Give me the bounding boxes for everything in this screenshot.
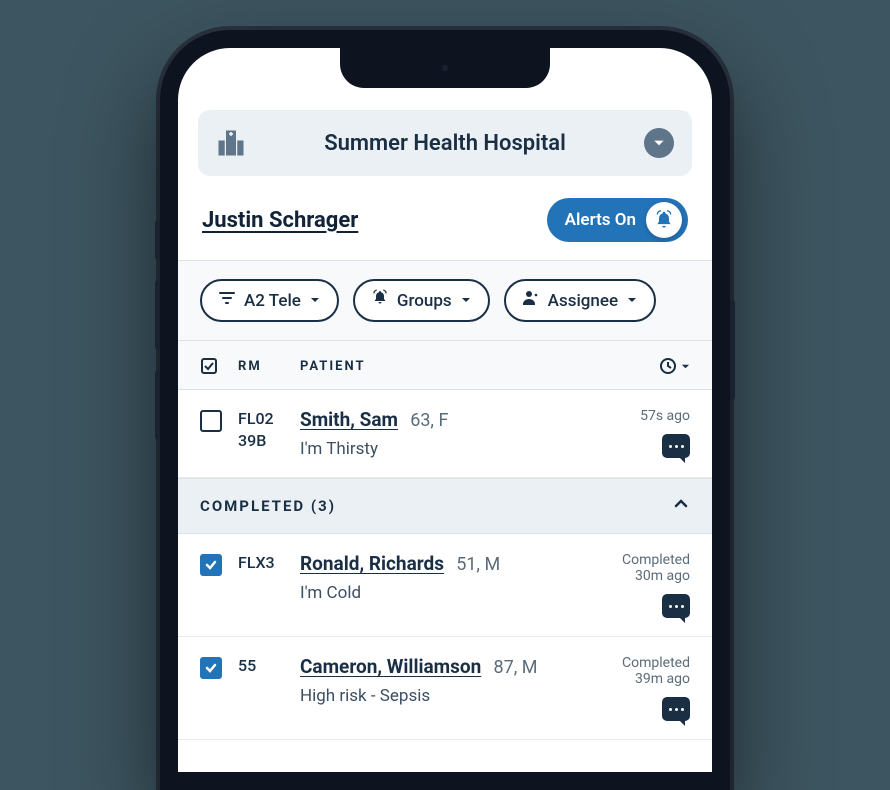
patient-meta: 63, F	[410, 410, 448, 431]
time-ago: 39m ago	[590, 671, 690, 687]
filter-groups-label: Groups	[397, 291, 452, 311]
row-checkbox[interactable]	[200, 552, 238, 618]
status-text: Completed	[590, 655, 690, 671]
chat-icon[interactable]	[590, 697, 690, 721]
select-all-icon[interactable]	[200, 357, 238, 375]
filter-icon	[218, 289, 236, 312]
filter-ward-label: A2 Tele	[244, 291, 301, 311]
phone-notch	[340, 48, 550, 88]
patient-cell: Ronald, Richards 51, M I'm Cold	[300, 552, 590, 618]
patient-meta: 51, M	[456, 554, 500, 575]
room-cell: FL02 39B	[238, 408, 300, 459]
column-header: RM PATIENT	[178, 341, 712, 390]
filter-ward[interactable]: A2 Tele	[200, 279, 339, 322]
room-cell: FLX3	[238, 552, 300, 618]
chevron-up-icon	[672, 495, 690, 517]
room-cell: 55	[238, 655, 300, 721]
bell-icon	[371, 289, 389, 312]
patient-note: High risk - Sepsis	[300, 686, 590, 706]
filter-assignee-label: Assignee	[548, 291, 618, 311]
phone-side-button	[155, 370, 160, 440]
patient-name-link[interactable]: Ronald, Richards	[300, 552, 444, 575]
hospital-name: Summer Health Hospital	[324, 131, 566, 156]
bell-icon	[646, 202, 682, 238]
completed-section-toggle[interactable]: COMPLETED (3)	[178, 478, 712, 534]
row-checkbox[interactable]	[200, 408, 238, 459]
patient-name-link[interactable]: Cameron, Williamson	[300, 655, 481, 678]
app-root: Summer Health Hospital Justin Schrager A…	[178, 48, 712, 740]
row-checkbox[interactable]	[200, 655, 238, 721]
table-row[interactable]: FL02 39B Smith, Sam 63, F I'm Thirsty 57…	[178, 390, 712, 478]
time-ago: 30m ago	[590, 568, 690, 584]
current-user-link[interactable]: Justin Schrager	[202, 208, 358, 233]
chat-icon[interactable]	[590, 434, 690, 458]
column-time-sort[interactable]	[646, 357, 690, 375]
hospital-selector[interactable]: Summer Health Hospital	[198, 110, 692, 176]
phone-side-button	[730, 300, 735, 400]
caret-down-icon	[626, 291, 638, 311]
dropdown-icon	[644, 128, 674, 158]
time-cell: Completed 30m ago	[590, 552, 690, 618]
phone-side-button	[155, 280, 160, 350]
chat-icon[interactable]	[590, 594, 690, 618]
status-text: Completed	[590, 552, 690, 568]
time-cell: 57s ago	[590, 408, 690, 459]
time-cell: Completed 39m ago	[590, 655, 690, 721]
patient-note: I'm Cold	[300, 583, 590, 603]
caret-down-icon	[460, 291, 472, 311]
table-row[interactable]: FLX3 Ronald, Richards 51, M I'm Cold Com…	[178, 534, 712, 637]
column-patient: PATIENT	[300, 359, 646, 374]
alerts-label: Alerts On	[565, 210, 636, 230]
time-ago: 57s ago	[590, 408, 690, 424]
phone-frame: Summer Health Hospital Justin Schrager A…	[160, 30, 730, 790]
hospital-icon	[216, 128, 246, 158]
patient-meta: 87, M	[493, 657, 537, 678]
table-row[interactable]: 55 Cameron, Williamson 87, M High risk -…	[178, 637, 712, 740]
patient-cell: Smith, Sam 63, F I'm Thirsty	[300, 408, 590, 459]
caret-down-icon	[309, 291, 321, 311]
patient-cell: Cameron, Williamson 87, M High risk - Se…	[300, 655, 590, 721]
person-icon	[522, 289, 540, 312]
filter-assignee[interactable]: Assignee	[504, 279, 656, 322]
filter-groups[interactable]: Groups	[353, 279, 490, 322]
completed-label: COMPLETED (3)	[200, 497, 336, 515]
column-rm: RM	[238, 359, 300, 374]
user-row: Justin Schrager Alerts On	[178, 176, 712, 260]
phone-side-button	[155, 220, 160, 260]
screen: Summer Health Hospital Justin Schrager A…	[178, 48, 712, 772]
patient-note: I'm Thirsty	[300, 439, 590, 459]
alerts-toggle[interactable]: Alerts On	[547, 198, 688, 242]
filter-bar: A2 Tele Groups Assignee	[178, 260, 712, 341]
patient-name-link[interactable]: Smith, Sam	[300, 408, 398, 431]
